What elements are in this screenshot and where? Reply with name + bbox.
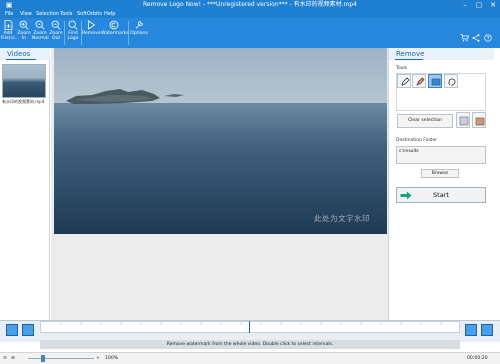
playhead[interactable]	[249, 321, 250, 333]
menu-softorbits[interactable]: SoftOrbits	[77, 10, 102, 18]
zoom-in-button[interactable]: Zoom In	[17, 19, 31, 47]
marker-icon	[416, 77, 425, 86]
video-file-label[interactable]: 有水印的视频素材.mp4	[2, 99, 50, 105]
app-icon: ▣	[5, 1, 13, 9]
toolbar-separator	[64, 21, 65, 45]
menu-file[interactable]: File	[5, 10, 13, 18]
timeline-mark-out-button[interactable]	[465, 324, 477, 336]
remove-button[interactable]: Remove	[82, 19, 101, 47]
wrench-icon	[135, 21, 143, 29]
start-label: Start	[433, 191, 449, 199]
load-selection-button[interactable]	[472, 112, 486, 128]
destination-folder-field[interactable]: c:\results	[396, 146, 486, 164]
start-button[interactable]: Start	[396, 187, 486, 203]
videos-tab-underline	[6, 59, 36, 60]
search-icon	[68, 20, 78, 30]
rectangle-tool-button[interactable]	[428, 74, 442, 88]
options-label: Options	[130, 31, 148, 36]
destination-folder-label: Destination Folder	[396, 138, 438, 143]
lasso-icon	[448, 78, 456, 86]
timeline-mark-in-button[interactable]	[22, 324, 34, 336]
menu-bar: File View Selection Tools SoftOrbits Hel…	[0, 10, 500, 18]
menu-selection[interactable]: Selection	[36, 10, 59, 18]
folder-icon	[475, 117, 485, 126]
rectangle-icon	[431, 78, 441, 86]
clear-selection-button[interactable]: Clear selection	[397, 114, 453, 128]
add-file-icon	[4, 20, 12, 30]
video-thumbnail[interactable]	[2, 64, 46, 98]
menu-view[interactable]: View	[20, 10, 32, 18]
window-title: Remove Logo Now! - ***Unregistered versi…	[143, 1, 357, 8]
tools-label: Tools	[396, 66, 408, 71]
marker-tool-button[interactable]	[412, 74, 426, 88]
maximize-button[interactable]: ▢	[472, 0, 486, 10]
zoom-normal-label: Zoom Normal	[32, 31, 49, 41]
minimize-button[interactable]: –	[458, 0, 472, 10]
watermarks-button[interactable]: Watermarks	[101, 19, 129, 47]
timecode: 00:00:20	[467, 356, 488, 361]
options-button[interactable]: Options	[130, 19, 148, 47]
find-logo-label: Find Logo	[67, 31, 79, 41]
zoom-in-icon	[19, 20, 29, 30]
zoom-in-label: Zoom In	[17, 31, 31, 41]
save-selection-button[interactable]	[456, 112, 470, 128]
remove-label: Remove	[82, 31, 101, 36]
save-icon	[459, 116, 469, 126]
lasso-tool-button[interactable]	[444, 74, 458, 88]
zoom-out-button[interactable]: Zoom Out	[49, 19, 63, 47]
copyright-icon	[109, 20, 119, 30]
toolbar-separator	[128, 21, 129, 45]
timeline-track[interactable]	[40, 321, 460, 333]
zoom-out-icon	[51, 20, 61, 30]
play-icon	[88, 20, 96, 30]
close-button[interactable]: ✕	[486, 0, 500, 10]
pencil-tool-button[interactable]	[397, 74, 411, 88]
videos-title: Videos	[7, 50, 31, 58]
zoom-normal-button[interactable]: Zoom Normal	[32, 19, 49, 47]
timeline-start-button[interactable]	[6, 324, 18, 336]
help-icon[interactable]	[484, 27, 492, 46]
find-logo-button[interactable]: Find Logo	[66, 19, 80, 47]
zoom-out-small-icon[interactable]: ⊖	[11, 353, 15, 364]
arrow-right-icon	[400, 191, 412, 205]
zoom-slider[interactable]	[28, 358, 94, 359]
timeline-ticks	[60, 322, 442, 325]
timeline-end-button[interactable]	[481, 324, 493, 336]
zoom-out-label: Zoom Out	[49, 31, 63, 41]
browse-button[interactable]: Browse	[421, 169, 459, 178]
zoom-normal-icon	[35, 20, 45, 30]
status-bar: ⊙ ⊖ + 100% 00:00:20	[0, 352, 500, 364]
video-preview[interactable]	[54, 48, 387, 234]
share-icon[interactable]	[472, 27, 480, 46]
menu-help[interactable]: Help	[104, 10, 115, 18]
add-files-button[interactable]: Add File(s)...	[1, 19, 19, 47]
zoom-fit-icon[interactable]: ⊙	[3, 353, 7, 364]
menu-tools[interactable]: Tools	[60, 10, 72, 18]
timeline-hint: Remove watermark from the whole video. D…	[40, 340, 460, 349]
title-bar: Remove Logo Now! - ***Unregistered versi…	[0, 0, 500, 10]
zoom-in-small-icon[interactable]: +	[96, 353, 100, 364]
remove-title: Remove	[396, 50, 425, 58]
watermark-text: 此处为文字水印	[314, 214, 370, 223]
zoom-slider-thumb[interactable]	[41, 355, 45, 362]
watermarks-label: Watermarks	[101, 31, 129, 36]
remove-tab-underline	[395, 59, 423, 60]
zoom-level: 100%	[105, 356, 119, 361]
pencil-icon	[401, 77, 410, 86]
toolbar: Add File(s)... Zoom In Zoom Normal Zoom …	[0, 18, 500, 48]
cart-icon[interactable]	[460, 27, 469, 46]
